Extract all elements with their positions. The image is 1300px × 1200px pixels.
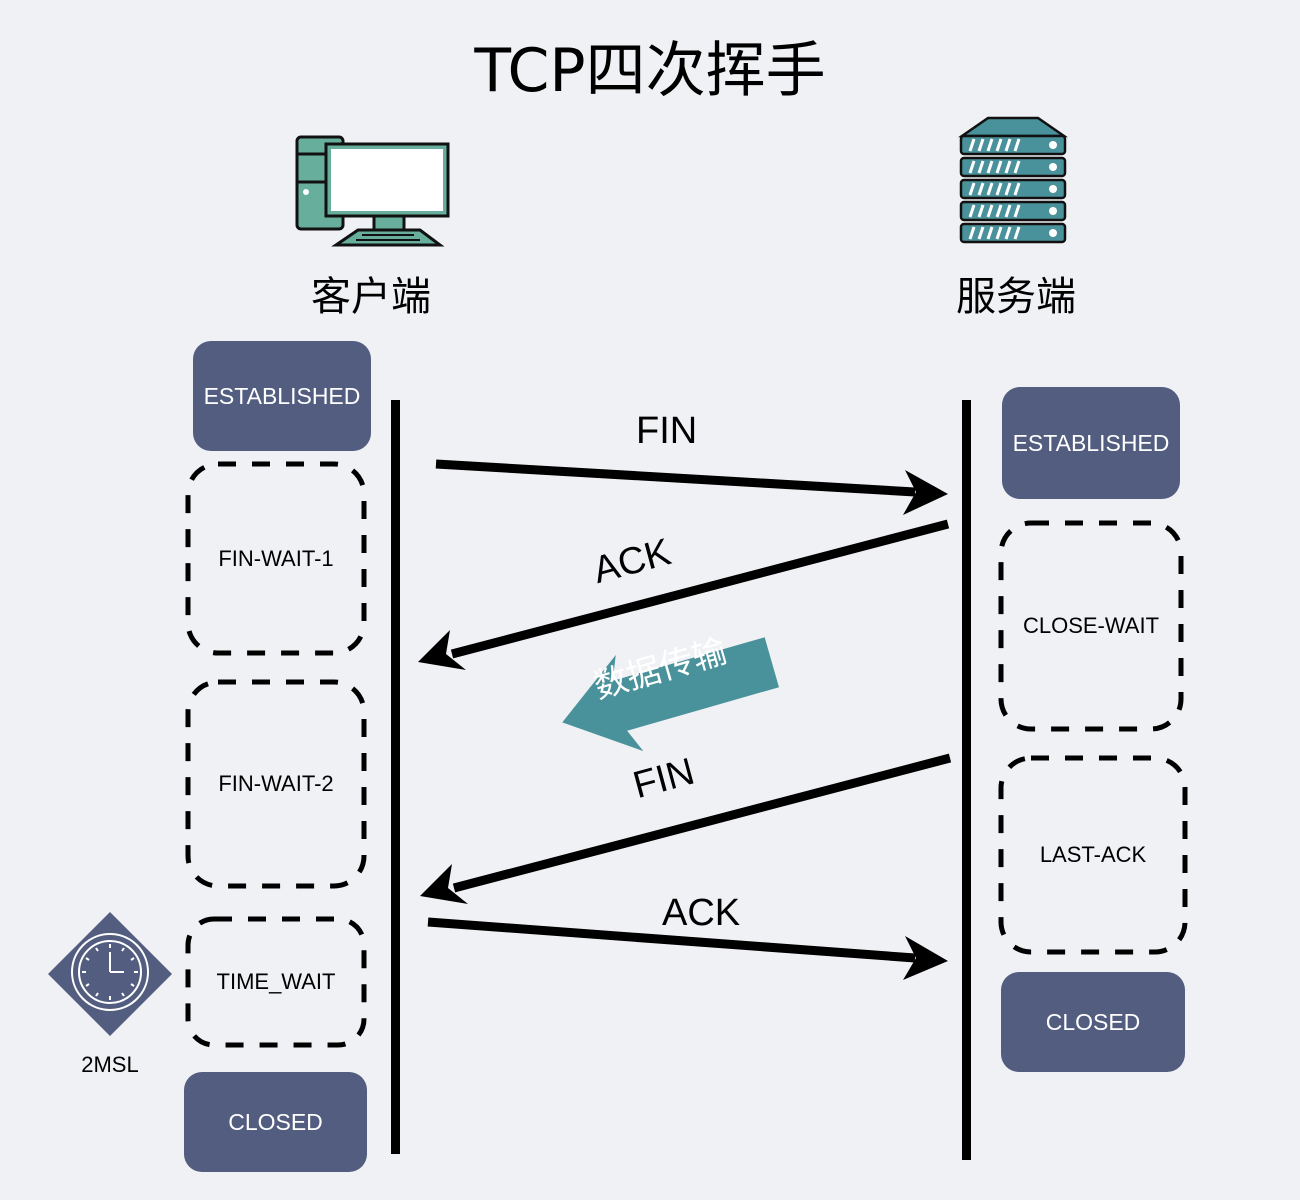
timer-label: 2MSL xyxy=(81,1052,139,1077)
clock-icon xyxy=(48,912,172,1036)
message-label-fin-1: FIN xyxy=(636,410,698,452)
arrow-fin-client-to-server xyxy=(435,459,948,515)
message-label-ack-2: ACK xyxy=(662,892,741,934)
message-arrows xyxy=(418,459,952,980)
